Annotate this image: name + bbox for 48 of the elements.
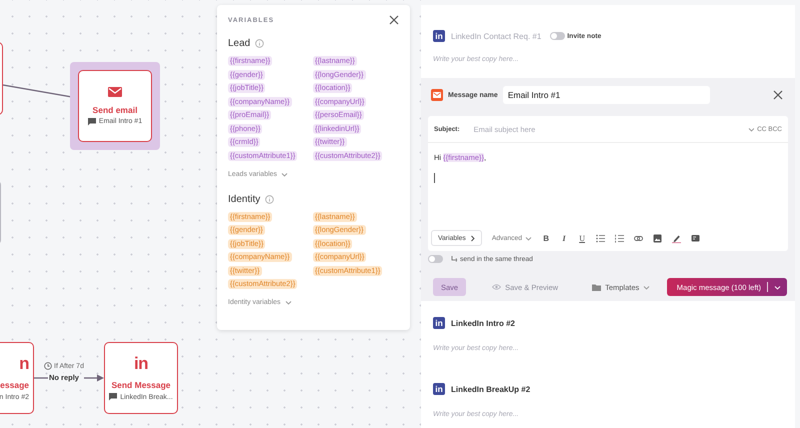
chat-icon: [109, 393, 118, 401]
toggle-switch[interactable]: [428, 255, 443, 263]
close-icon: [773, 90, 783, 100]
message-title: LinkedIn BreakUp #2: [451, 384, 530, 394]
chevron-right-icon: [470, 234, 475, 242]
bold-button[interactable]: B: [542, 234, 550, 242]
linkedin-icon: in: [433, 30, 445, 42]
node-title: essage: [0, 380, 29, 390]
close-icon: [389, 15, 399, 25]
text-cursor: [434, 173, 435, 183]
reply-arrow-icon: [451, 256, 457, 262]
group-title: Identity: [228, 194, 260, 204]
info-icon: [265, 194, 274, 204]
node-title: Send Message: [111, 380, 171, 390]
image-icon[interactable]: [653, 234, 662, 242]
info-icon: [255, 39, 264, 48]
message-title: LinkedIn Intro #2: [451, 318, 516, 328]
envelope-icon: [108, 86, 122, 96]
linkedin-icon: n: [19, 355, 29, 372]
pen-icon[interactable]: [672, 234, 682, 242]
eye-icon: [492, 284, 502, 290]
chevron-down-icon: [643, 284, 650, 290]
numbered-list-icon[interactable]: [615, 234, 624, 242]
caret-icon: [774, 284, 781, 290]
connector-arrow: [84, 374, 104, 382]
linkedin-icon: in: [433, 317, 445, 329]
message-title: LinkedIn Contact Req. #1: [451, 32, 542, 40]
envelope-icon: [433, 92, 441, 98]
message-name-field[interactable]: Email Intro #1: [502, 86, 710, 104]
chevron-down-icon: [281, 172, 288, 176]
folder-icon: [592, 284, 602, 290]
bullet-list-icon[interactable]: [596, 234, 606, 242]
chevron-down-icon: [284, 300, 292, 305]
chevron-down-icon: [748, 126, 754, 132]
node-title: Send email: [92, 104, 138, 114]
close-button[interactable]: [773, 90, 783, 100]
linkedin-icon: in: [134, 355, 148, 372]
italic-button[interactable]: I: [560, 234, 568, 242]
clock-icon: [44, 362, 52, 370]
underline-button[interactable]: U: [578, 234, 586, 242]
chat-icon: [88, 118, 96, 126]
link-icon[interactable]: [634, 234, 644, 242]
chevron-down-icon: [525, 236, 532, 240]
linkedin-icon: in: [433, 383, 445, 395]
group-title: Lead: [228, 38, 250, 49]
close-button[interactable]: [389, 15, 399, 25]
toggle-switch[interactable]: [550, 32, 566, 40]
card-icon[interactable]: [691, 234, 700, 242]
